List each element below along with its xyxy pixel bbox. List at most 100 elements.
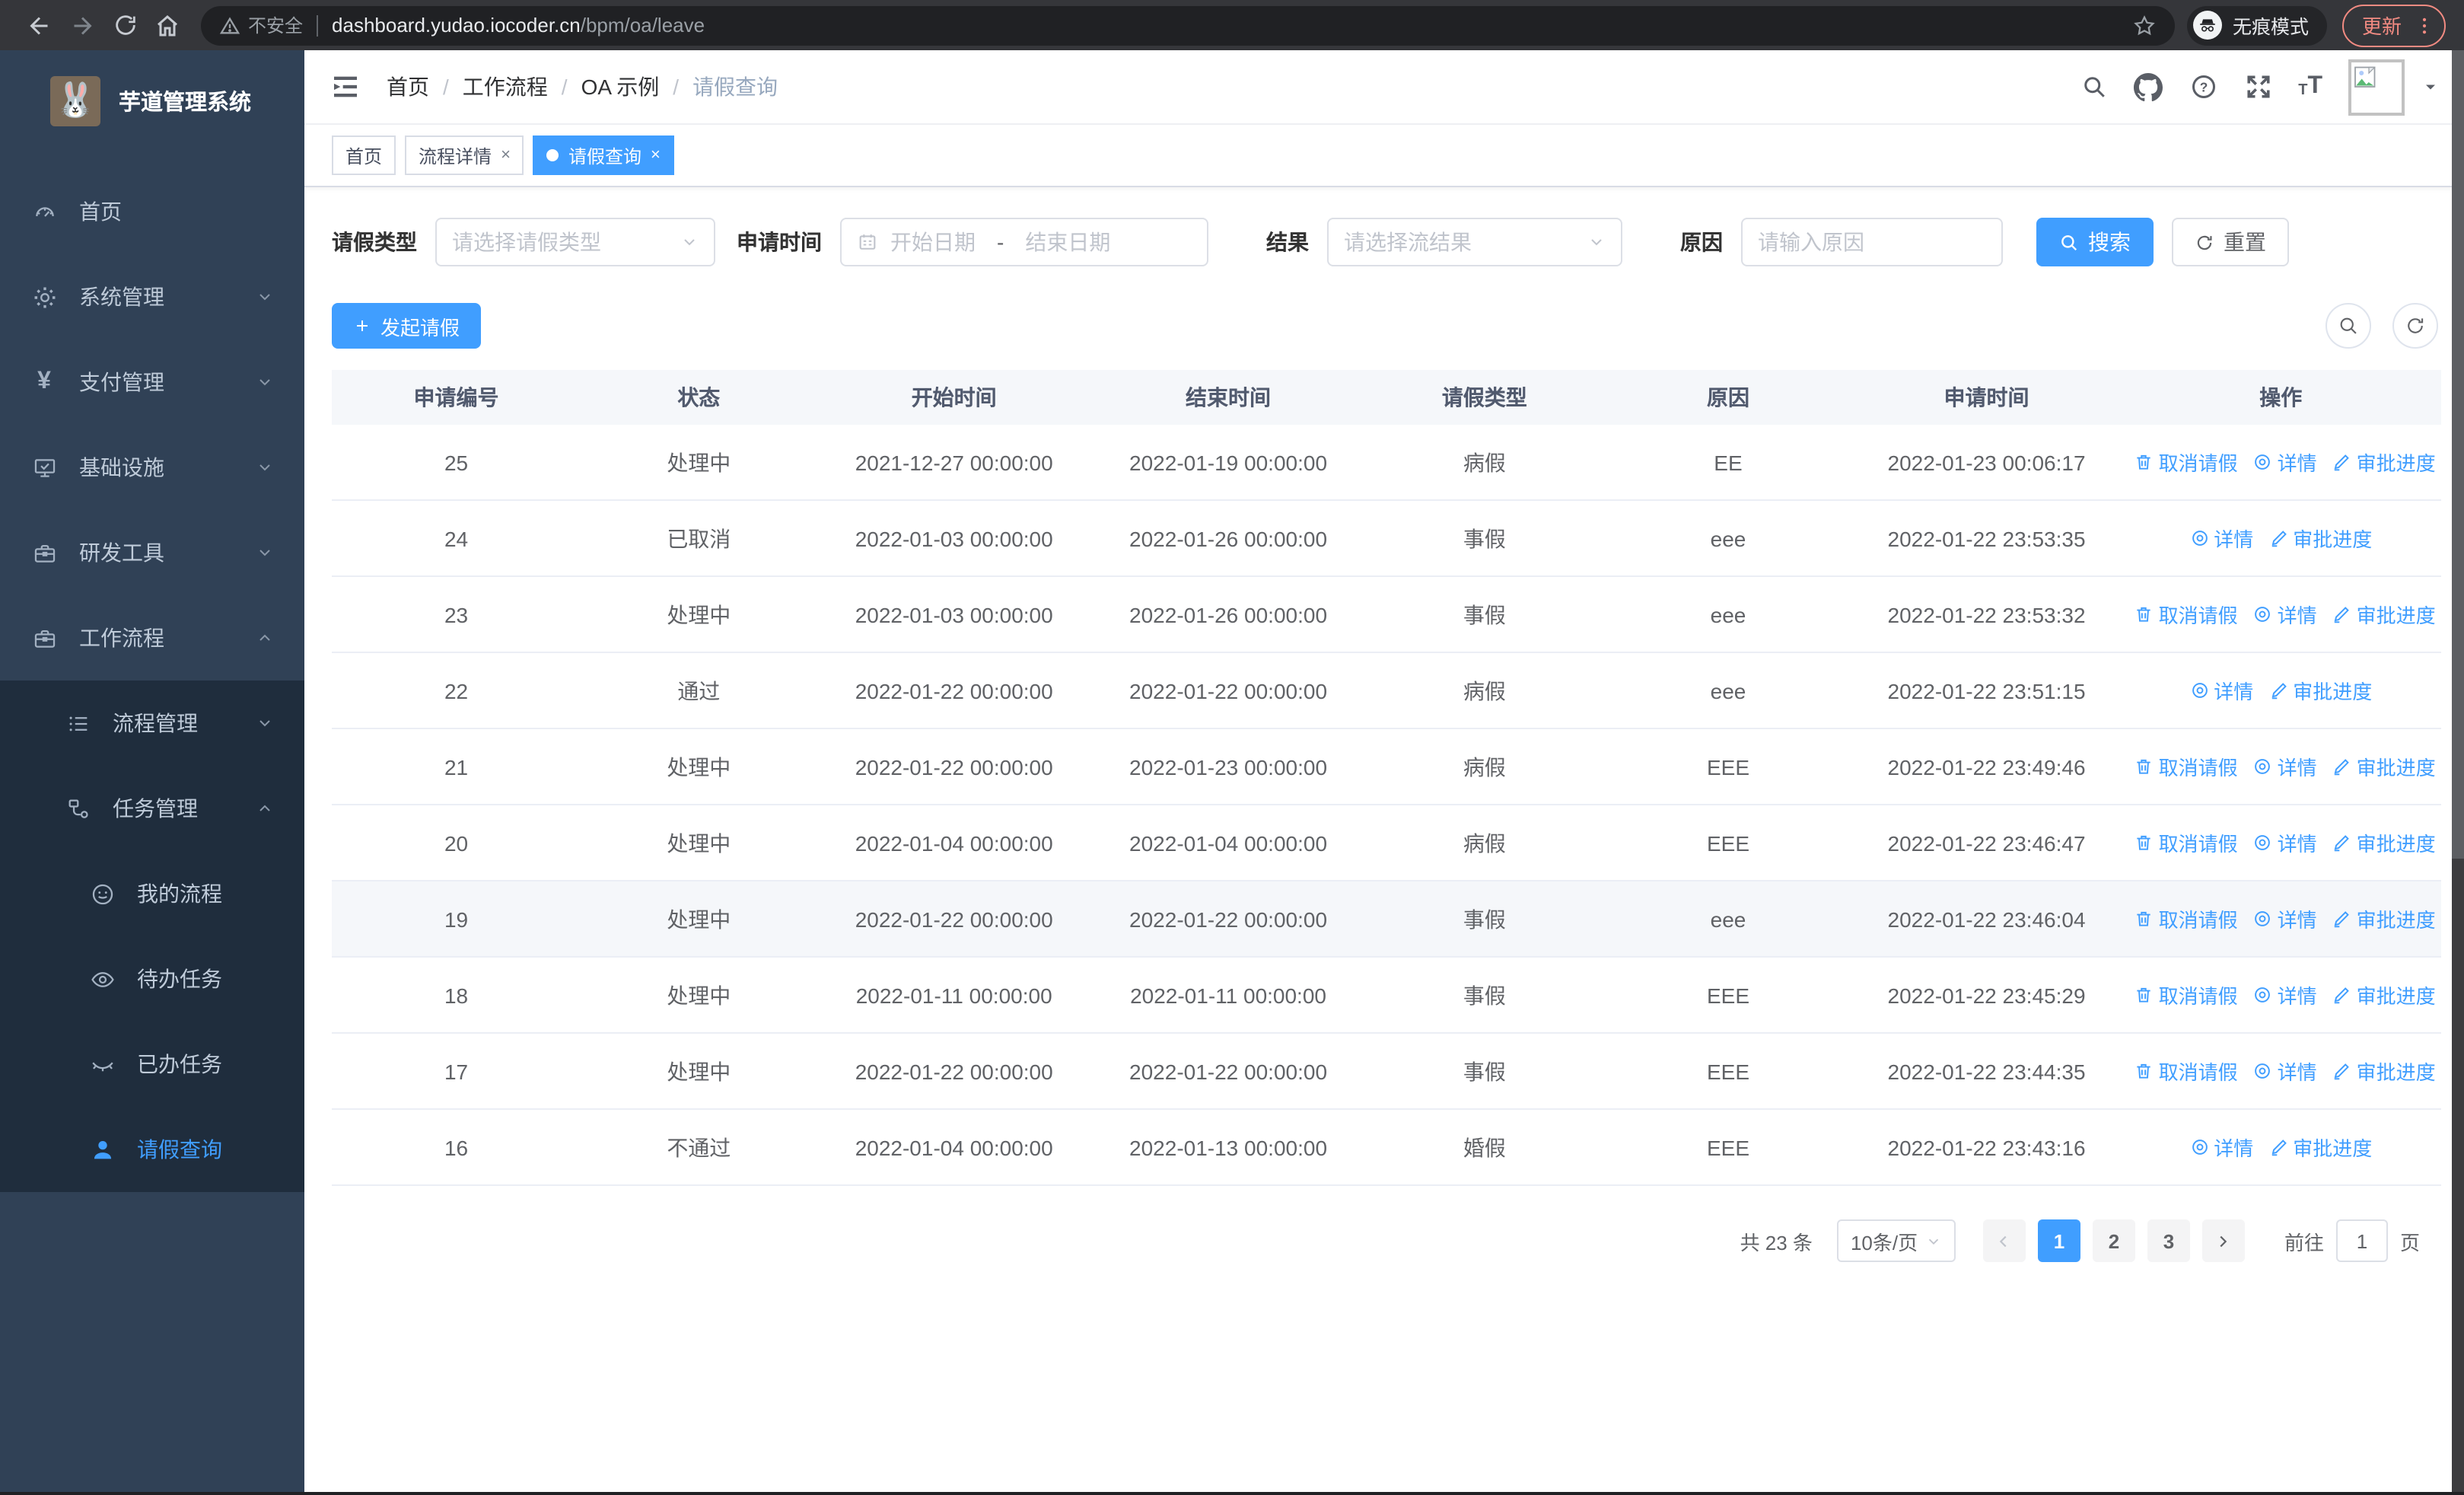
progress-link[interactable]: 审批进度 <box>2332 448 2436 477</box>
progress-link[interactable]: 审批进度 <box>2332 980 2436 1009</box>
tab-流程详情[interactable]: 流程详情 × <box>405 135 524 175</box>
search-icon[interactable] <box>2079 72 2108 101</box>
leave-type-select[interactable]: 请选择请假类型 <box>435 218 715 266</box>
sidebar-item-任务管理[interactable]: 任务管理 <box>0 766 304 851</box>
sidebar-item-待办任务[interactable]: 待办任务 <box>0 936 304 1022</box>
edit-icon <box>2268 681 2288 700</box>
fullscreen-icon[interactable] <box>2243 72 2272 101</box>
viewIcon-icon <box>2253 452 2273 472</box>
create-leave-button[interactable]: 发起请假 <box>332 303 482 349</box>
reset-button[interactable]: 重置 <box>2172 218 2289 266</box>
detail-link[interactable]: 详情 <box>2253 448 2317 477</box>
hamburger-icon[interactable] <box>329 70 362 104</box>
detail-link[interactable]: 详情 <box>2253 752 2317 781</box>
column-header-开始时间: 开始时间 <box>817 370 1091 425</box>
table-cell: 处理中 <box>581 805 817 881</box>
cancel-leave-link[interactable]: 取消请假 <box>2135 752 2238 781</box>
table-cell: 2022-01-22 23:43:16 <box>1852 1109 2121 1186</box>
progress-link[interactable]: 审批进度 <box>2332 904 2436 933</box>
sidebar-item-已办任务[interactable]: 已办任务 <box>0 1022 304 1107</box>
reason-input[interactable]: 请输入原因 <box>1741 218 2003 266</box>
cancel-leave-link[interactable]: 取消请假 <box>2135 980 2238 1009</box>
breadcrumb-item[interactable]: 首页 <box>387 72 429 102</box>
sidebar-item-基础设施[interactable]: 基础设施 <box>0 425 304 510</box>
table-cell: 处理中 <box>581 957 817 1034</box>
actions-cell: 详情 审批进度 <box>2120 500 2441 577</box>
cancel-leave-link[interactable]: 取消请假 <box>2135 600 2238 629</box>
reload-icon[interactable] <box>103 4 146 46</box>
actions-cell: 取消请假 详情 审批进度 <box>2120 728 2441 805</box>
progress-link[interactable]: 审批进度 <box>2332 828 2436 857</box>
progress-link[interactable]: 审批进度 <box>2332 752 2436 781</box>
cancel-leave-link[interactable]: 取消请假 <box>2135 448 2238 477</box>
font-size-icon[interactable]: TT <box>2298 74 2322 99</box>
refresh-table-button[interactable] <box>2392 303 2438 349</box>
prev-page-button[interactable] <box>1982 1219 2026 1262</box>
search-button[interactable]: 搜索 <box>2036 218 2154 266</box>
goto-page-input[interactable]: 1 <box>2335 1219 2388 1262</box>
table-cell: 2022-01-22 23:49:46 <box>1852 728 2121 805</box>
detail-link[interactable]: 详情 <box>2253 980 2317 1009</box>
table-cell: 2022-01-03 00:00:00 <box>817 576 1091 653</box>
sidebar-item-工作流程[interactable]: 工作流程 <box>0 595 304 681</box>
result-select[interactable]: 请选择流结果 <box>1327 218 1622 266</box>
tab-请假查询[interactable]: 请假查询 × <box>533 135 674 175</box>
sidebar-item-系统管理[interactable]: 系统管理 <box>0 254 304 339</box>
table-row: 25 处理中 2021-12-27 00:00:00 2022-01-19 00:00… <box>332 425 2441 501</box>
sidebar-item-研发工具[interactable]: 研发工具 <box>0 510 304 595</box>
address-bar[interactable]: 不安全 dashboard.yudao.iocoder.cn/bpm/oa/le… <box>201 5 2175 45</box>
chevron-down-icon <box>256 288 274 306</box>
sidebar-item-支付管理[interactable]: ¥ 支付管理 <box>0 339 304 425</box>
cancel-leave-link[interactable]: 取消请假 <box>2135 828 2238 857</box>
apply-time-range-picker[interactable]: 开始日期 - 结束日期 <box>840 218 1208 266</box>
incognito-badge: 无痕模式 <box>2186 5 2327 45</box>
page-button-2[interactable]: 2 <box>2092 1219 2135 1262</box>
browser-menu-icon[interactable] <box>2414 14 2435 36</box>
browser-toolbar: 不安全 dashboard.yudao.iocoder.cn/bpm/oa/le… <box>0 0 2464 50</box>
help-icon[interactable]: ? <box>2189 72 2217 101</box>
scrollbar-thumb[interactable] <box>2452 50 2464 859</box>
progress-link[interactable]: 审批进度 <box>2268 524 2372 553</box>
progress-link[interactable]: 审批进度 <box>2268 1133 2372 1162</box>
home-icon[interactable] <box>146 4 189 46</box>
update-button[interactable]: 更新 <box>2341 4 2446 46</box>
detail-link[interactable]: 详情 <box>2253 1057 2317 1085</box>
show-search-button[interactable] <box>2326 303 2371 349</box>
page-size-select[interactable]: 10条/页 <box>1836 1219 1956 1262</box>
close-icon[interactable]: × <box>651 146 661 164</box>
trash-icon <box>2135 757 2154 776</box>
detail-link[interactable]: 详情 <box>2253 904 2317 933</box>
sidebar-item-首页[interactable]: 首页 <box>0 169 304 254</box>
detail-link[interactable]: 详情 <box>2189 676 2253 705</box>
page-button-3[interactable]: 3 <box>2147 1219 2190 1262</box>
forward-icon[interactable] <box>61 4 103 46</box>
progress-link[interactable]: 审批进度 <box>2332 1057 2436 1085</box>
detail-link[interactable]: 详情 <box>2189 524 2253 553</box>
viewIcon-icon <box>2253 833 2273 853</box>
breadcrumb-item[interactable]: OA 示例 <box>581 72 660 102</box>
close-icon[interactable]: × <box>501 146 511 164</box>
breadcrumb-item[interactable]: 工作流程 <box>463 72 548 102</box>
detail-link[interactable]: 详情 <box>2253 600 2317 629</box>
avatar[interactable] <box>2348 59 2405 115</box>
next-page-button[interactable] <box>2201 1219 2245 1262</box>
progress-link[interactable]: 审批进度 <box>2332 600 2436 629</box>
app-logo-row[interactable]: 🐰 芋道管理系统 <box>0 50 304 151</box>
back-icon[interactable] <box>18 4 61 46</box>
github-icon[interactable] <box>2134 72 2163 101</box>
detail-link[interactable]: 详情 <box>2189 1133 2253 1162</box>
sidebar: 🐰 芋道管理系统 首页 系统管理 ¥ 支付管理 基础设施 研发工具 工作流程 流程管理 任务管理… <box>0 50 304 1495</box>
cancel-leave-link[interactable]: 取消请假 <box>2135 1057 2238 1085</box>
page-button-1[interactable]: 1 <box>2037 1219 2080 1262</box>
tab-首页[interactable]: 首页 <box>332 135 396 175</box>
page-scrollbar[interactable] <box>2452 50 2464 1495</box>
cancel-leave-link[interactable]: 取消请假 <box>2135 904 2238 933</box>
bookmark-star-icon[interactable] <box>2132 13 2157 37</box>
detail-link[interactable]: 详情 <box>2253 828 2317 857</box>
caret-down-icon[interactable] <box>2421 78 2440 96</box>
sidebar-item-流程管理[interactable]: 流程管理 <box>0 681 304 766</box>
sidebar-item-我的流程[interactable]: 我的流程 <box>0 851 304 936</box>
sidebar-item-请假查询[interactable]: 请假查询 <box>0 1107 304 1192</box>
progress-link[interactable]: 审批进度 <box>2268 676 2372 705</box>
actions-cell: 详情 审批进度 <box>2120 652 2441 729</box>
